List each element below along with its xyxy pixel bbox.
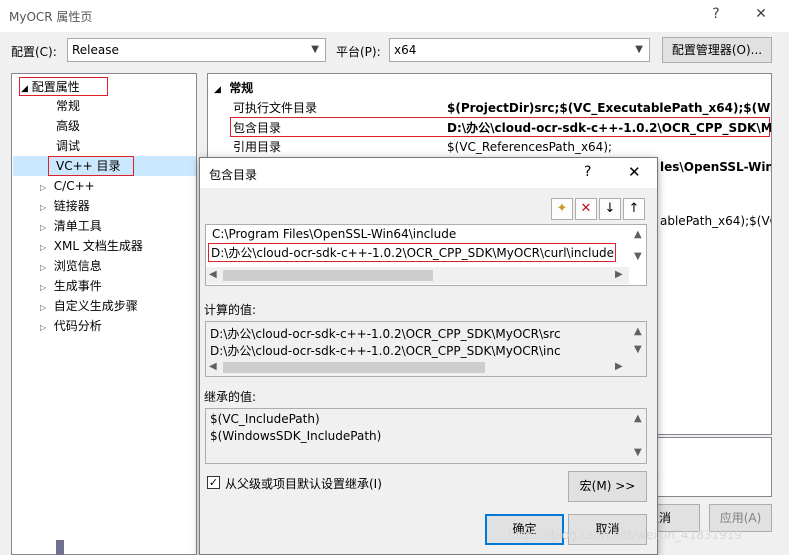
collapsed-triangle-icon: ▷ — [40, 283, 47, 292]
tree-item-code-analysis[interactable]: ▷ 代码分析 — [40, 316, 102, 336]
computed-line: D:\办公\cloud-ocr-sdk-c++-1.0.2\OCR_CPP_SD… — [210, 344, 561, 358]
config-manager-button[interactable]: 配置管理器(O)... — [662, 37, 772, 63]
scroll-down-icon[interactable]: ▼ — [634, 251, 642, 262]
entries-list[interactable]: C:\Program Files\OpenSSL-Win64\include D… — [205, 224, 647, 286]
scroll-down-icon[interactable]: ▼ — [634, 344, 642, 355]
tree-item-debugging[interactable]: 调试 — [56, 136, 80, 156]
grid-partial-text: ablePath_x64);$(VC_I — [660, 214, 771, 228]
grid-row-exe-dir-value[interactable]: $(ProjectDir)src;$(VC_ExecutablePath_x64… — [447, 98, 771, 118]
collapsed-triangle-icon: ▷ — [40, 303, 47, 312]
window-title: MyOCR 属性页 — [9, 10, 93, 24]
tree-item-label: 浏览信息 — [53, 259, 102, 273]
tree-item-label: 自定义生成步骤 — [53, 299, 138, 313]
expanded-triangle-icon: ◢ — [21, 84, 28, 94]
entry-line[interactable]: D:\办公\cloud-ocr-sdk-c++-1.0.2\OCR_CPP_SD… — [211, 244, 614, 261]
watermark: https://blog.csdn.net/weixin_41831919 — [508, 528, 743, 542]
computed-list: D:\办公\cloud-ocr-sdk-c++-1.0.2\OCR_CPP_SD… — [205, 321, 647, 377]
collapsed-triangle-icon: ▷ — [40, 203, 47, 212]
title-bar: MyOCR 属性页 ? ✕ — [0, 0, 789, 32]
grid-row-include-name[interactable]: 包含目录 — [233, 118, 281, 138]
move-down-icon[interactable]: ↓ — [599, 198, 621, 220]
scroll-left-icon[interactable]: ◀ — [209, 361, 217, 372]
scroll-right-icon[interactable]: ▶ — [615, 361, 623, 372]
grid-row-ref-dir-name[interactable]: 引用目录 — [233, 137, 281, 157]
scroll-up-icon[interactable]: ▲ — [634, 326, 642, 337]
folder-star-icon: ✦ — [556, 201, 568, 216]
chevron-down-icon: ▼ — [311, 44, 319, 55]
config-value: Release — [72, 43, 119, 57]
new-line-icon[interactable]: ✦ — [551, 198, 573, 220]
inherit-checkbox-label[interactable]: 从父级或项目默认设置继承(I) — [225, 475, 382, 492]
tree-item-advanced[interactable]: 高级 — [56, 116, 80, 136]
tree-item-cpp[interactable]: ▷ C/C++ — [40, 176, 95, 196]
grid-section-label: 常规 — [229, 81, 254, 95]
tree-item-config-properties[interactable]: ◢ 配置属性 — [21, 77, 80, 97]
computed-label: 计算的值: — [204, 303, 257, 317]
scroll-up-icon[interactable]: ▲ — [634, 229, 642, 240]
help-icon[interactable]: ? — [696, 2, 736, 26]
chevron-down-icon: ▼ — [635, 44, 643, 55]
tree-item-vc-directories[interactable]: VC++ 目录 — [56, 156, 121, 176]
tree-item-label: 链接器 — [53, 199, 90, 213]
config-label: 配置(C): — [11, 45, 57, 59]
tree-item-general[interactable]: 常规 — [56, 96, 80, 116]
collapsed-triangle-icon: ▷ — [40, 263, 47, 272]
collapsed-triangle-icon: ▷ — [40, 223, 47, 232]
platform-select[interactable]: x64 ▼ — [389, 38, 650, 62]
collapsed-triangle-icon: ▷ — [40, 183, 47, 192]
collapsed-triangle-icon: ▷ — [40, 243, 47, 252]
delete-icon[interactable]: ✕ — [575, 198, 597, 220]
move-up-icon[interactable]: ↑ — [623, 198, 645, 220]
grid-row-exe-dir-name[interactable]: 可执行文件目录 — [233, 98, 317, 118]
tree-item-build-events[interactable]: ▷ 生成事件 — [40, 276, 102, 296]
tree-item-label: XML 文档生成器 — [53, 239, 143, 253]
grid-partial-text: les\OpenSSL-Win6 — [660, 160, 772, 174]
scrollbar-thumb[interactable] — [223, 270, 433, 281]
collapsed-triangle-icon: ▷ — [40, 323, 47, 332]
tree-item-label: 代码分析 — [53, 319, 102, 333]
entry-line[interactable]: C:\Program Files\OpenSSL-Win64\include — [212, 227, 456, 241]
platform-value: x64 — [394, 43, 417, 57]
grid-section[interactable]: ◢ 常规 — [214, 78, 253, 98]
tree-item-manifest-tool[interactable]: ▷ 清单工具 — [40, 216, 102, 236]
tree-item-label: 清单工具 — [53, 219, 102, 233]
tree-item-label: C/C++ — [53, 179, 95, 193]
taskbar-fragment — [56, 540, 64, 555]
entries-h-scrollbar[interactable]: ◀ ▶ — [206, 267, 629, 284]
tree-item-xml-doc[interactable]: ▷ XML 文档生成器 — [40, 236, 143, 256]
macro-button[interactable]: 宏(M) >> — [568, 471, 647, 502]
include-dirs-dialog: 包含目录 ? ✕ ✦ ✕ ↓ ↑ C:\Program Files\OpenSS… — [199, 157, 658, 555]
tree-item-browse-info[interactable]: ▷ 浏览信息 — [40, 256, 102, 276]
dialog-title-bar: 包含目录 ? ✕ — [200, 158, 657, 188]
computed-h-scrollbar[interactable]: ◀ ▶ — [206, 359, 629, 376]
tree-root-label: 配置属性 — [31, 80, 80, 94]
inherited-line: $(WindowsSDK_IncludePath) — [210, 429, 382, 443]
inherited-label: 继承的值: — [204, 390, 257, 404]
scroll-right-icon[interactable]: ▶ — [615, 269, 623, 280]
dialog-close-icon[interactable]: ✕ — [628, 163, 641, 181]
scroll-left-icon[interactable]: ◀ — [209, 269, 217, 280]
inherit-checkbox[interactable]: ✓ — [207, 476, 220, 489]
tree-item-linker[interactable]: ▷ 链接器 — [40, 196, 90, 216]
scroll-up-icon[interactable]: ▲ — [634, 413, 642, 424]
close-icon[interactable]: ✕ — [741, 2, 781, 26]
grid-row-ref-dir-value[interactable]: $(VC_ReferencesPath_x64); — [447, 137, 612, 157]
platform-label: 平台(P): — [336, 45, 381, 59]
expanded-triangle-icon: ◢ — [214, 85, 221, 95]
inherited-line: $(VC_IncludePath) — [210, 412, 320, 426]
tree-item-label: 生成事件 — [53, 279, 102, 293]
grid-row-include-value[interactable]: D:\办公\cloud-ocr-sdk-c++-1.0.2\OCR_CPP_SD… — [447, 118, 771, 138]
scroll-down-icon[interactable]: ▼ — [634, 447, 642, 458]
inherited-list: $(VC_IncludePath) $(WindowsSDK_IncludePa… — [205, 408, 647, 464]
computed-line: D:\办公\cloud-ocr-sdk-c++-1.0.2\OCR_CPP_SD… — [210, 327, 561, 341]
config-select[interactable]: Release ▼ — [67, 38, 326, 62]
scrollbar-thumb[interactable] — [223, 362, 485, 373]
dialog-title: 包含目录 — [209, 168, 258, 182]
tree-item-custom-build[interactable]: ▷ 自定义生成步骤 — [40, 296, 138, 316]
property-tree: ◢ 配置属性 常规 高级 调试 VC++ 目录 ▷ C/C++ ▷ 链接器 ▷ … — [11, 73, 197, 555]
dialog-help-icon[interactable]: ? — [584, 164, 591, 180]
